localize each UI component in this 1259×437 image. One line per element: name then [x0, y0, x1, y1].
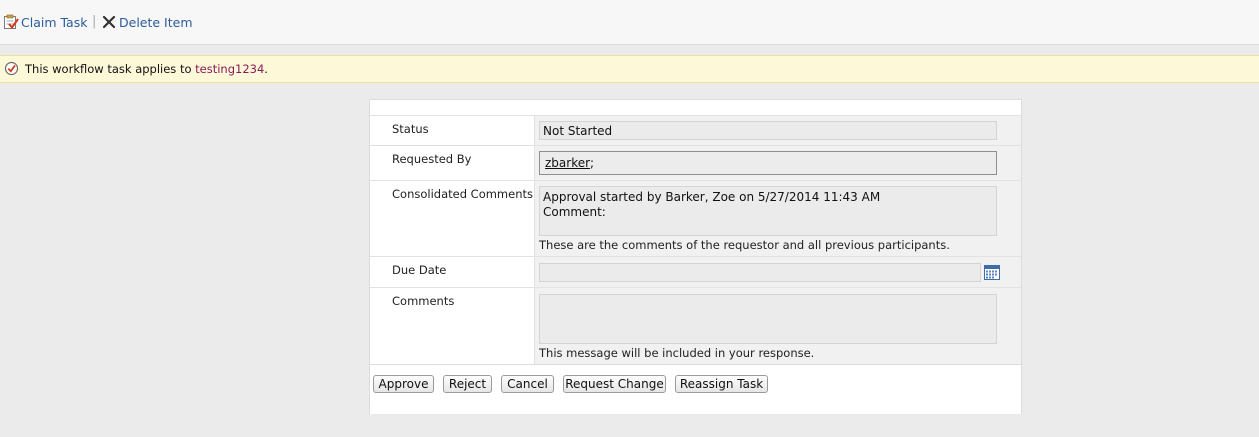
- approve-button[interactable]: Approve: [373, 375, 434, 393]
- delete-item-label: Delete Item: [119, 14, 193, 30]
- task-form: Status Not Started Requested By zbarker;…: [369, 99, 1022, 414]
- due-date-label: Due Date: [392, 263, 447, 277]
- calendar-icon[interactable]: [984, 265, 1000, 283]
- claim-task-button[interactable]: Claim Task: [3, 13, 87, 31]
- consolidated-comments-helper: These are the comments of the requestor …: [539, 238, 950, 252]
- workflow-notice-bar: This workflow task applies to testing123…: [0, 55, 1259, 83]
- notice-message: This workflow task applies to: [25, 62, 196, 76]
- delete-item-button[interactable]: Delete Item: [102, 13, 193, 31]
- toolbar-separator: |: [92, 14, 97, 29]
- consolidated-comments-row: Consolidated Comments Approval started b…: [370, 180, 1021, 257]
- requested-by-suffix: ;: [590, 156, 595, 170]
- cancel-button[interactable]: Cancel: [501, 375, 554, 393]
- notice-text: This workflow task applies to testing123…: [25, 62, 268, 76]
- requested-by-user: zbarker: [545, 156, 591, 170]
- workflow-item-link[interactable]: testing1234: [195, 62, 264, 76]
- ribbon-toolbar: Claim Task | Delete Item: [0, 0, 1259, 45]
- requested-by-text: zbarker;: [545, 156, 594, 171]
- requested-by-label: Requested By: [392, 152, 472, 166]
- comments-helper: This message will be included in your re…: [539, 346, 815, 360]
- workflow-task-icon: [4, 61, 19, 79]
- status-label: Status: [392, 122, 429, 136]
- action-button-bar: Approve Reject Cancel Request Change Rea…: [370, 364, 1021, 414]
- consolidated-comments-label: Consolidated Comments: [392, 187, 533, 201]
- claim-task-label: Claim Task: [21, 14, 88, 30]
- status-row: Status Not Started: [370, 115, 1021, 146]
- request-change-button[interactable]: Request Change: [563, 375, 666, 393]
- claim-task-icon: [3, 14, 19, 30]
- comments-row: Comments This message will be included i…: [370, 287, 1021, 365]
- consolidated-comments-field: Approval started by Barker, Zoe on 5/27/…: [539, 186, 997, 236]
- consolidated-comments-line2: Comment:: [543, 205, 606, 219]
- comments-label: Comments: [392, 294, 455, 308]
- status-field: Not Started: [539, 121, 997, 140]
- notice-suffix: .: [264, 62, 268, 76]
- due-date-row: Due Date: [370, 256, 1021, 288]
- consolidated-comments-line1: Approval started by Barker, Zoe on 5/27/…: [543, 190, 881, 204]
- requested-by-row: Requested By zbarker;: [370, 145, 1021, 181]
- reject-button[interactable]: Reject: [443, 375, 492, 393]
- due-date-input[interactable]: [539, 263, 981, 282]
- requested-by-field[interactable]: zbarker;: [539, 151, 997, 175]
- comments-textarea[interactable]: [539, 294, 997, 344]
- status-value: Not Started: [543, 124, 613, 138]
- reassign-task-button[interactable]: Reassign Task: [675, 375, 768, 393]
- delete-x-icon: [102, 15, 116, 29]
